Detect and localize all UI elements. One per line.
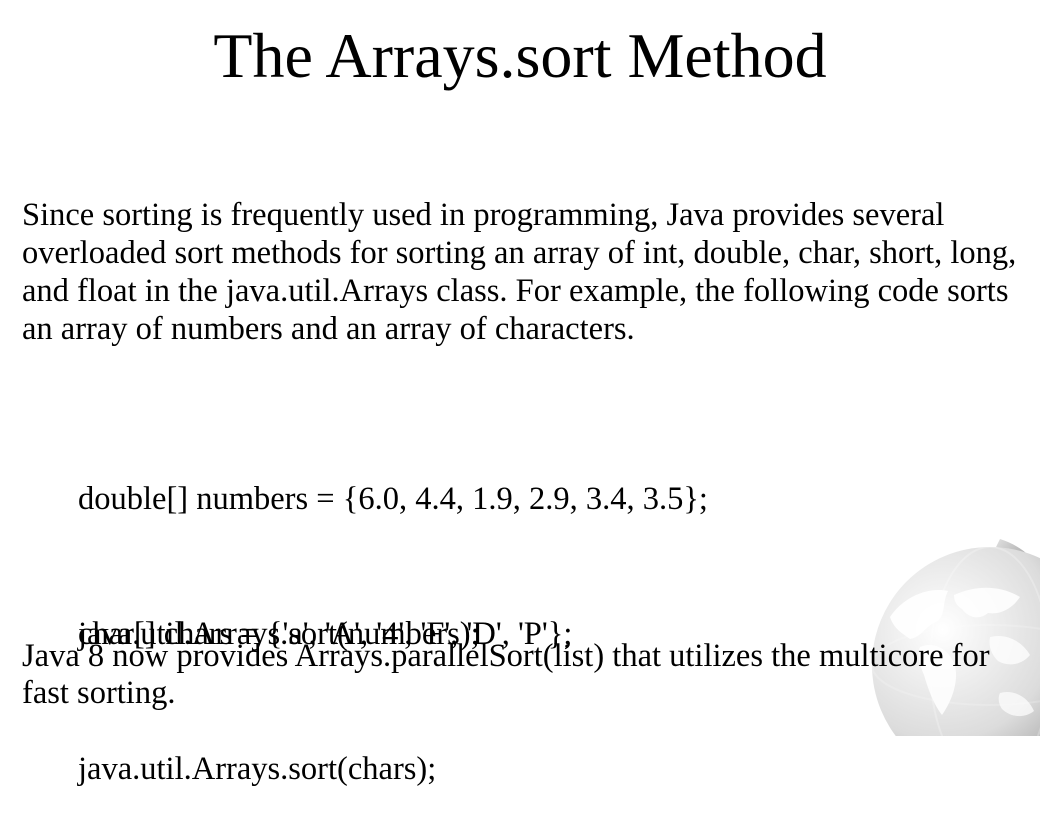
slide-title: The Arrays.sort Method — [213, 20, 827, 91]
code-line: java.util.Arrays.sort(chars); — [78, 751, 437, 787]
intro-paragraph: Since sorting is frequently used in prog… — [22, 197, 1017, 347]
code-line: double[] numbers = {6.0, 4.4, 1.9, 2.9, … — [78, 481, 708, 517]
outro-paragraph: Java 8 now provides Arrays.parallelSort(… — [22, 638, 990, 711]
